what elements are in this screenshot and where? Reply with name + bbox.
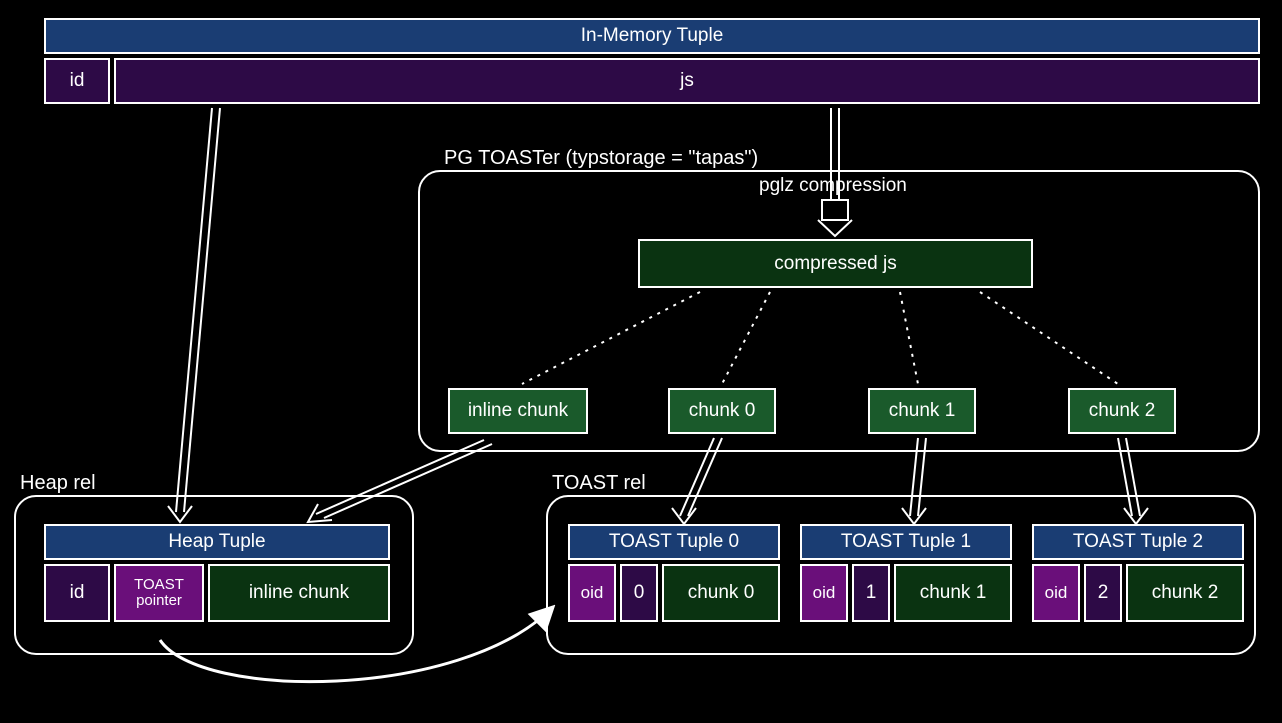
toast-tuple-1-chunk: chunk 1	[894, 564, 1012, 622]
heap-id: id	[44, 564, 110, 622]
toast-tuple-0-idx: 0	[620, 564, 658, 622]
toast-tuple-1-oid: oid	[800, 564, 848, 622]
chunk-0-box: chunk 0	[668, 388, 776, 434]
toast-tuple-2-chunk: chunk 2	[1126, 564, 1244, 622]
chunk-2-box: chunk 2	[1068, 388, 1176, 434]
chunk-1-box: chunk 1	[868, 388, 976, 434]
toast-tuple-2-idx: 2	[1084, 564, 1122, 622]
toast-tuple-1-idx: 1	[852, 564, 890, 622]
in-memory-tuple-js: js	[114, 58, 1260, 104]
heap-inline-chunk: inline chunk	[208, 564, 390, 622]
toast-tuple-2-oid: oid	[1032, 564, 1080, 622]
in-memory-tuple-title: In-Memory Tuple	[44, 18, 1260, 54]
toast-rel-label: TOAST rel	[548, 472, 650, 495]
heap-toast-pointer: TOAST pointer	[114, 564, 204, 622]
inline-chunk-box: inline chunk	[448, 388, 588, 434]
toast-tuple-0-chunk: chunk 0	[662, 564, 780, 622]
pglz-compression-label: pglz compression	[755, 175, 911, 197]
toast-tuple-0-title: TOAST Tuple 0	[568, 524, 780, 560]
toast-tuple-2-title: TOAST Tuple 2	[1032, 524, 1244, 560]
toast-tuple-1-title: TOAST Tuple 1	[800, 524, 1012, 560]
compressed-js-box: compressed js	[638, 239, 1033, 288]
heap-rel-label: Heap rel	[16, 472, 100, 495]
pg-toaster-label: PG TOASTer (typstorage = "tapas")	[440, 147, 762, 170]
toast-tuple-0-oid: oid	[568, 564, 616, 622]
in-memory-tuple-id: id	[44, 58, 110, 104]
heap-tuple-title: Heap Tuple	[44, 524, 390, 560]
